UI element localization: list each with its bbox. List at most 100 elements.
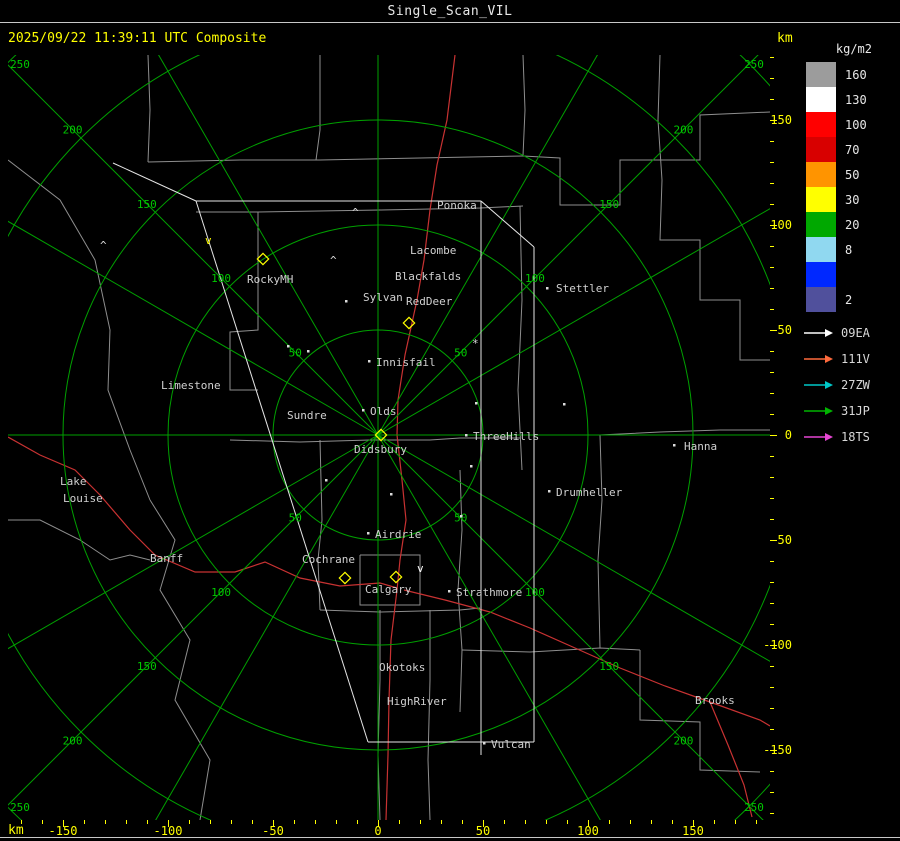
radar-arrow-icon xyxy=(804,381,833,389)
colorbar-level: 20 xyxy=(806,212,867,237)
radar-site-id: 27ZW xyxy=(841,378,870,392)
radar-site-entry: 18TS xyxy=(804,424,870,450)
y-axis-minor-tick xyxy=(770,771,774,772)
radar-map-display[interactable]: 50 50 50 50 100 100 100 100 150 150 150 150 200 200 20… xyxy=(8,55,770,820)
radar-arrow-icon xyxy=(804,407,833,415)
city-label: HighRiver xyxy=(387,695,447,708)
x-axis-minor-tick xyxy=(462,820,463,824)
y-axis-label: -100 xyxy=(763,638,792,652)
colorbar-value: 130 xyxy=(845,92,867,107)
y-axis-minor-tick xyxy=(770,813,774,814)
city-label: RedDeer xyxy=(406,295,453,308)
range-label: 150 xyxy=(137,660,157,673)
colorbar-swatch xyxy=(806,87,836,112)
range-label: 200 xyxy=(674,734,694,747)
range-label: 100 xyxy=(211,272,231,285)
county-boundary xyxy=(317,439,323,611)
colorbar-level: 30 xyxy=(806,187,867,212)
x-axis-minor-tick xyxy=(525,820,526,824)
city-label: Sylvan xyxy=(363,291,403,304)
range-label: 100 xyxy=(211,586,231,599)
y-axis-label: -50 xyxy=(770,533,792,547)
y-axis-minor-tick xyxy=(770,183,774,184)
y-axis-minor-tick xyxy=(770,99,774,100)
range-label: 50 xyxy=(289,346,302,359)
radar-coverage-boundary xyxy=(480,200,535,248)
colorbar-value: 8 xyxy=(845,242,853,257)
city-label: Okotoks xyxy=(379,661,425,674)
x-axis-minor-tick xyxy=(231,820,232,824)
colorbar-value: 50 xyxy=(845,167,860,182)
colorbar-level: 8 xyxy=(806,237,867,262)
city-label: Brooks xyxy=(695,694,735,707)
town-marker-dot xyxy=(448,590,451,593)
range-label: 100 xyxy=(525,586,545,599)
x-axis-minor-tick xyxy=(126,820,127,824)
colorbar-swatch xyxy=(806,287,836,312)
colorbar-swatch xyxy=(806,137,836,162)
town-marker-dot xyxy=(673,444,676,447)
vee-marker: v xyxy=(417,562,424,575)
y-axis-minor-tick xyxy=(770,78,774,79)
town-marker-dot xyxy=(546,287,549,290)
x-axis-minor-tick xyxy=(189,820,190,824)
radar-site-id: 09EA xyxy=(841,326,870,340)
window-title: Single_Scan_VIL xyxy=(387,4,513,19)
colorbar-unit: kg/m2 xyxy=(835,42,872,56)
city-label: Drumheller xyxy=(556,486,623,499)
caret-marker: ^ xyxy=(100,239,107,252)
city-label: Strathmore xyxy=(456,586,522,599)
range-label: 250 xyxy=(744,801,764,814)
town-marker-dot xyxy=(483,742,486,745)
x-axis-minor-tick xyxy=(651,820,652,824)
range-label: 150 xyxy=(599,198,619,211)
colorbar-value: 70 xyxy=(845,142,860,157)
county-boundary xyxy=(319,607,481,613)
county-boundary xyxy=(639,650,761,773)
radar-site-entry: 27ZW xyxy=(804,372,870,398)
vee-marker: v xyxy=(205,234,212,247)
x-axis-minor-tick xyxy=(84,820,85,824)
x-axis-unit: km xyxy=(8,823,24,838)
city-label: Olds xyxy=(370,405,397,418)
bottom-divider xyxy=(0,837,900,838)
range-label: 250 xyxy=(744,58,764,71)
y-axis-minor-tick xyxy=(770,246,774,247)
azimuth-spoke xyxy=(158,55,379,436)
city-label: Lake xyxy=(60,475,87,488)
city-label: Lacombe xyxy=(410,244,456,257)
colorbar-swatch xyxy=(806,162,836,187)
town-marker-dot xyxy=(475,402,478,405)
city-label: Ponoka xyxy=(437,199,477,212)
x-axis-minor-tick xyxy=(294,820,295,824)
y-axis-minor-tick xyxy=(770,519,774,520)
x-axis-label: 100 xyxy=(577,824,599,838)
city-label: ThreeHills xyxy=(473,430,539,443)
county-boundary xyxy=(147,155,524,163)
radar-app-window: Single_Scan_VIL 2025/09/22 11:39:11 UTC … xyxy=(0,0,900,841)
y-axis-label: 150 xyxy=(770,113,792,127)
y-axis-label: 100 xyxy=(770,218,792,232)
city-label: Vulcan xyxy=(491,738,531,751)
caret-marker: ^ xyxy=(330,254,337,267)
colorbar-level: 50 xyxy=(806,162,867,187)
town-marker-dot xyxy=(367,532,370,535)
y-axis-unit: km xyxy=(777,31,793,46)
y-axis-minor-tick xyxy=(770,582,774,583)
y-axis-minor-tick xyxy=(770,624,774,625)
x-axis-minor-tick xyxy=(336,820,337,824)
city-label: Didsbury xyxy=(354,443,407,456)
county-boundary xyxy=(461,647,641,653)
x-axis-minor-tick xyxy=(672,820,673,824)
county-boundary xyxy=(522,55,526,157)
y-axis-minor-tick xyxy=(770,351,774,352)
y-axis-minor-tick xyxy=(770,666,774,667)
range-label: 200 xyxy=(63,734,83,747)
colorbar-value: 160 xyxy=(845,67,867,82)
town-marker-dot xyxy=(465,434,468,437)
y-axis-minor-tick xyxy=(770,288,774,289)
town-marker-dot xyxy=(548,490,551,493)
city-label: Limestone xyxy=(161,379,221,392)
y-axis-minor-tick xyxy=(770,477,774,478)
county-boundary xyxy=(523,429,770,436)
